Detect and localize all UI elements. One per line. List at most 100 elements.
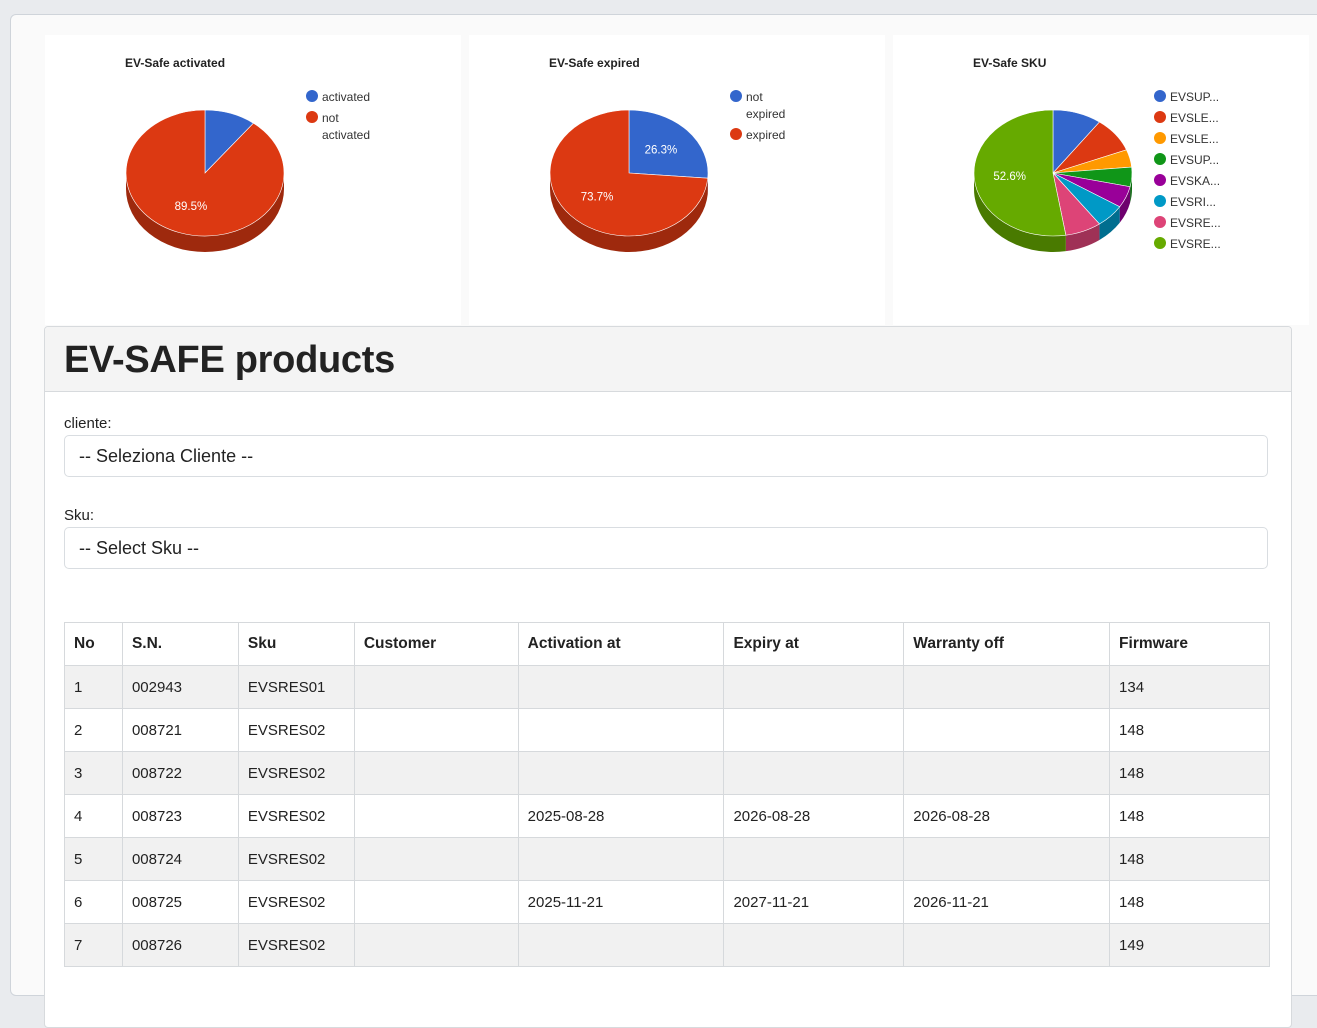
cell-firmware: 149 <box>1110 924 1270 967</box>
cell-firmware: 148 <box>1110 881 1270 924</box>
legend-label[interactable]: EVSLE... <box>1170 132 1219 146</box>
chart-title: EV-Safe SKU <box>973 56 1046 70</box>
col-header-warranty[interactable]: Warranty off <box>904 623 1110 666</box>
cell-sn: 008726 <box>122 924 238 967</box>
sku-select[interactable]: -- Select Sku -- <box>64 527 1268 569</box>
cell-firmware: 148 <box>1110 795 1270 838</box>
cell-expiry: 2026-08-28 <box>724 795 904 838</box>
legend-swatch <box>1154 195 1166 207</box>
table-row[interactable]: 2 008721 EVSRES02 148 <box>65 709 1270 752</box>
col-header-sku[interactable]: Sku <box>238 623 354 666</box>
cell-customer <box>354 838 518 881</box>
cell-firmware: 148 <box>1110 709 1270 752</box>
table-header-row: No S.N. Sku Customer Activation at Expir… <box>65 623 1270 666</box>
col-header-firmware[interactable]: Firmware <box>1110 623 1270 666</box>
legend-label[interactable]: EVSRI... <box>1170 195 1216 209</box>
cell-sku: EVSRES02 <box>238 881 354 924</box>
slice-label: 26.3% <box>645 145 678 157</box>
cell-warranty <box>904 666 1110 709</box>
cell-firmware: 148 <box>1110 838 1270 881</box>
legend-label[interactable]: EVSUP... <box>1170 153 1219 167</box>
cell-sn: 008721 <box>122 709 238 752</box>
col-header-activation[interactable]: Activation at <box>518 623 724 666</box>
legend-label[interactable]: EVSKA... <box>1170 174 1220 188</box>
cell-activation <box>518 709 724 752</box>
legend-label[interactable]: expired <box>746 107 785 121</box>
cell-expiry <box>724 924 904 967</box>
col-header-sn[interactable]: S.N. <box>122 623 238 666</box>
legend-label[interactable]: not <box>322 111 339 125</box>
table-row[interactable]: 1 002943 EVSRES01 134 <box>65 666 1270 709</box>
chart-legend: EVSUP... EVSLE... EVSLE... EVSUP... EVSKA...… <box>1154 90 1221 251</box>
cell-no: 5 <box>65 838 123 881</box>
legend-label[interactable]: activated <box>322 128 370 142</box>
legend-swatch <box>730 90 742 102</box>
pie-top <box>550 110 708 236</box>
cell-expiry: 2027-11-21 <box>724 881 904 924</box>
cell-warranty: 2026-11-21 <box>904 881 1110 924</box>
cell-sku: EVSRES02 <box>238 709 354 752</box>
cell-expiry <box>724 666 904 709</box>
cell-no: 4 <box>65 795 123 838</box>
pie-top <box>126 110 284 236</box>
cell-warranty <box>904 752 1110 795</box>
table-row[interactable]: 7 008726 EVSRES02 149 <box>65 924 1270 967</box>
cell-warranty <box>904 838 1110 881</box>
slice-label: 73.7% <box>581 191 614 203</box>
cell-no: 1 <box>65 666 123 709</box>
cell-customer <box>354 881 518 924</box>
cell-no: 2 <box>65 709 123 752</box>
pie-chart-activated: EV-Safe activated 89.5% activated not activa… <box>45 35 461 325</box>
legend-swatch <box>1154 132 1166 144</box>
table-row[interactable]: 6 008725 EVSRES02 2025-11-21 2027-11-21 … <box>65 881 1270 924</box>
legend-label[interactable]: EVSRE... <box>1170 216 1221 230</box>
legend-label[interactable]: expired <box>746 128 785 142</box>
cliente-select[interactable]: -- Seleziona Cliente -- <box>64 435 1268 477</box>
cell-sn: 008722 <box>122 752 238 795</box>
legend-swatch <box>1154 111 1166 123</box>
table-row[interactable]: 5 008724 EVSRES02 148 <box>65 838 1270 881</box>
sku-label: Sku: <box>64 507 94 524</box>
chart-legend: not expired expired <box>730 90 785 142</box>
legend-label[interactable]: EVSRE... <box>1170 237 1221 251</box>
legend-swatch <box>1154 90 1166 102</box>
chart-card-activated: EV-Safe activated 89.5% activated not activa… <box>45 35 461 325</box>
chart-card-expired: EV-Safe expired26.3%73.7%notexpiredexpir… <box>469 35 885 325</box>
pie-slice[interactable] <box>126 110 284 236</box>
pie-chart-sku: EV-Safe SKU 52.6% EVSUP... EVSLE... EVSLE...… <box>893 35 1309 325</box>
legend-label[interactable]: EVSUP... <box>1170 90 1219 104</box>
cell-sku: EVSRES02 <box>238 795 354 838</box>
cell-sn: 008723 <box>122 795 238 838</box>
cliente-label: cliente: <box>64 415 112 432</box>
products-panel: EV-SAFE products cliente: -- Seleziona C… <box>44 326 1292 1028</box>
cell-activation: 2025-08-28 <box>518 795 724 838</box>
table-row[interactable]: 4 008723 EVSRES02 2025-08-28 2026-08-28 … <box>65 795 1270 838</box>
legend-swatch <box>1154 237 1166 249</box>
legend-label[interactable]: EVSLE... <box>1170 111 1219 125</box>
cell-expiry <box>724 838 904 881</box>
cell-activation <box>518 924 724 967</box>
cell-no: 3 <box>65 752 123 795</box>
col-header-customer[interactable]: Customer <box>354 623 518 666</box>
chart-card-sku: EV-Safe SKU 52.6% EVSUP... EVSLE... EVSLE...… <box>893 35 1309 325</box>
legend-swatch <box>1154 216 1166 228</box>
legend-swatch <box>1154 174 1166 186</box>
cell-firmware: 148 <box>1110 752 1270 795</box>
products-table: No S.N. Sku Customer Activation at Expir… <box>64 622 1270 967</box>
legend-swatch <box>1154 153 1166 165</box>
cell-expiry <box>724 709 904 752</box>
cell-sn: 008725 <box>122 881 238 924</box>
chart-title: EV-Safe activated <box>125 56 225 70</box>
legend-label[interactable]: not <box>746 90 763 104</box>
slice-label: 89.5% <box>175 201 208 213</box>
cell-sn: 002943 <box>122 666 238 709</box>
col-header-no[interactable]: No <box>65 623 123 666</box>
col-header-expiry[interactable]: Expiry at <box>724 623 904 666</box>
legend-label[interactable]: activated <box>322 90 370 104</box>
cell-customer <box>354 709 518 752</box>
cell-expiry <box>724 752 904 795</box>
table-row[interactable]: 3 008722 EVSRES02 148 <box>65 752 1270 795</box>
slice-label: 52.6% <box>993 171 1026 183</box>
legend-swatch <box>306 111 318 123</box>
cell-sku: EVSRES01 <box>238 666 354 709</box>
